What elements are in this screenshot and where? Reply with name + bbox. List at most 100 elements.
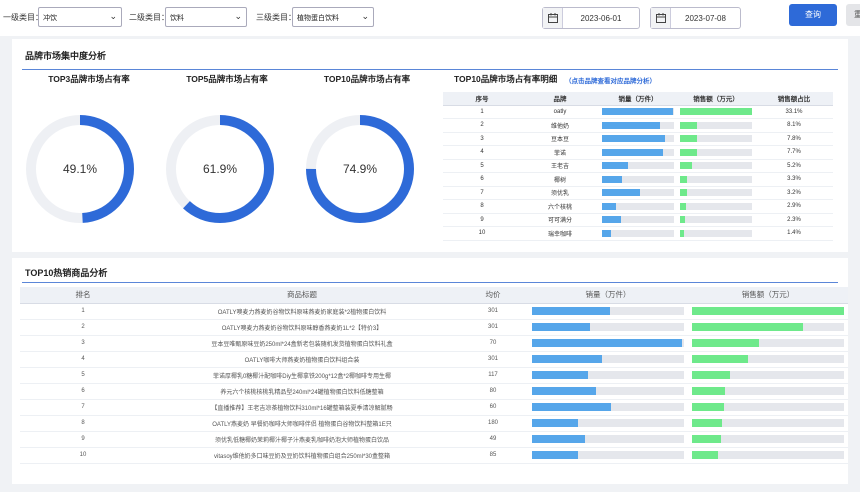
share-cell: 1.4% (755, 226, 833, 241)
table-row[interactable]: 9 须优乳低糖椰奶茉莉椰汁椰子汁燕麦乳咖啡奶泡大师植物蛋白饮品 49 (20, 431, 848, 448)
sales-bar-cell (688, 319, 848, 336)
start-date-picker[interactable]: 2023-06-01 (542, 7, 640, 29)
level2-select[interactable]: 饮料 ⌄ (165, 7, 247, 27)
rank-cell: 1 (20, 303, 146, 320)
brand-link[interactable]: 维他奶 (521, 118, 599, 133)
product-title-link[interactable]: OATLY咖啡大师燕麦奶植物蛋白饮料组合装 (146, 351, 458, 368)
sales-bar (680, 135, 698, 143)
product-title-link[interactable]: OATLY燕麦奶 早餐奶咖啡大师咖啡伴侣 植物蛋白谷物饮料整箱1E只 (146, 415, 458, 432)
end-date-picker[interactable]: 2023-07-08 (650, 7, 741, 29)
table-row[interactable]: 1 oatly 33.1% (443, 105, 833, 119)
product-title-link[interactable]: 须优乳低糖椰奶茉莉椰汁椰子汁燕麦乳咖啡奶泡大师植物蛋白饮品 (146, 431, 458, 448)
share-cell: 2.3% (755, 213, 833, 227)
product-title-link[interactable]: vitasoy维他奶多口味豆奶及豆奶饮料植物蛋白组合250ml*30盒整箱 (146, 447, 458, 464)
sales-bar (680, 121, 698, 129)
table-row[interactable]: 4 OATLY咖啡大师燕麦奶植物蛋白饮料组合装 301 (20, 351, 848, 368)
table-row[interactable]: 5 菲诺厚椰乳0糖椰汁配咖啡Diy生椰拿铁200g*12盒*2椰咖啡专用生椰 117 (20, 367, 848, 384)
rank-cell: 6 (20, 383, 146, 400)
reset-button[interactable]: 重 (846, 4, 860, 26)
product-title-link[interactable]: OATLY噢麦力燕麦奶谷物饮料原味醇香燕麦奶1L*2【特价3】 (146, 319, 458, 336)
sales-bar-cell (688, 335, 848, 352)
table-row[interactable]: 10 瑞幸咖啡 1.4% (443, 226, 833, 241)
sales-bar (692, 419, 723, 427)
col-header: 销售额（万元） (688, 287, 848, 304)
table-row[interactable]: 3 豆本豆 7.8% (443, 132, 833, 146)
table-row[interactable]: 6 椰树 3.3% (443, 172, 833, 187)
volume-bar (532, 419, 578, 427)
sales-bar-cell (688, 303, 848, 320)
sales-bar-track (692, 403, 844, 411)
product-title-link[interactable]: 【直播推荐】王老吉凉茶植物饮料310ml*16罐整箱装夏季清凉解腻畅 (146, 399, 458, 416)
brand-link[interactable]: 菲诺 (521, 145, 599, 160)
col-header: 均价 (458, 287, 528, 304)
volume-bar (532, 339, 683, 347)
volume-bar-cell (528, 383, 688, 400)
brand-link[interactable]: oatly (521, 105, 599, 119)
table-row[interactable]: 7 【直播推荐】王老吉凉茶植物饮料310ml*16罐整箱装夏季清凉解腻畅 60 (20, 399, 848, 416)
sales-bar-track (680, 121, 752, 129)
filter-bar: 一级类目： 冲饮 ⌄ 二级类目： 饮料 ⌄ 三级类目： 植物蛋白饮料 ⌄ 202… (0, 0, 860, 36)
chevron-down-icon: ⌄ (234, 11, 242, 21)
volume-bar-cell (528, 447, 688, 464)
brand-link[interactable]: 王老吉 (521, 159, 599, 173)
volume-bar (532, 323, 590, 331)
table-row[interactable]: 2 维他奶 8.1% (443, 118, 833, 133)
brand-concentration-panel: 品牌市场集中度分析 TOP3品牌市场占有率 TOP5品牌市场占有率 TOP10品… (12, 39, 848, 252)
volume-bar-track (602, 108, 674, 116)
table-row[interactable]: 3 豆本豆唯甄原味豆奶250ml*24盒新老包装随机发货植物蛋白饮料礼盒 70 (20, 335, 848, 352)
panel-title: 品牌市场集中度分析 (25, 51, 107, 61)
product-title-link[interactable]: 菲诺厚椰乳0糖椰汁配咖啡Diy生椰拿铁200g*12盒*2椰咖啡专用生椰 (146, 367, 458, 384)
brand-link[interactable]: 椰树 (521, 172, 599, 187)
brand-link[interactable]: 可可满分 (521, 213, 599, 227)
brand-link[interactable]: 须优乳 (521, 186, 599, 200)
table-header-row: 排名 商品标题 均价 销量（万件） 销售额（万元） (20, 287, 848, 304)
table-row[interactable]: 5 王老吉 5.2% (443, 159, 833, 173)
sales-bar (692, 387, 726, 395)
level1-select[interactable]: 冲饮 ⌄ (38, 7, 122, 27)
level3-select[interactable]: 植物蛋白饮料 ⌄ (292, 7, 374, 27)
volume-bar (602, 229, 612, 237)
volume-bar-cell (599, 105, 677, 119)
product-title-link[interactable]: OATLY噢麦力燕麦奶谷物饮料原味燕麦奶家庭装*2植物蛋白饮料 (146, 303, 458, 320)
table-row[interactable]: 1 OATLY噢麦力燕麦奶谷物饮料原味燕麦奶家庭装*2植物蛋白饮料 301 (20, 303, 848, 320)
query-button[interactable]: 查询 (789, 4, 837, 26)
table-row[interactable]: 8 OATLY燕麦奶 早餐奶咖啡大师咖啡伴侣 植物蛋白谷物饮料整箱1E只 180 (20, 415, 848, 432)
divider (22, 282, 838, 283)
top5-title: TOP5品牌市场占有率 (186, 74, 268, 84)
brand-table-link[interactable]: （点击品牌查看对应品牌分析） (565, 75, 656, 85)
sales-bar-cell (688, 383, 848, 400)
price-cell: 70 (458, 335, 528, 352)
volume-bar-track (602, 135, 674, 143)
price-cell: 301 (458, 303, 528, 320)
sales-bar-track (692, 323, 844, 331)
sales-bar-cell (677, 199, 755, 214)
sales-bar-cell (688, 415, 848, 432)
share-cell: 33.1% (755, 105, 833, 119)
table-row[interactable]: 6 养元六个核桃核桃乳精品型240ml*24罐植物蛋白饮料低糖整箱 80 (20, 383, 848, 400)
volume-bar (602, 148, 664, 156)
table-row[interactable]: 10 vitasoy维他奶多口味豆奶及豆奶饮料植物蛋白组合250ml*30盒整箱 8… (20, 447, 848, 464)
volume-bar (532, 451, 578, 459)
sales-bar (692, 339, 759, 347)
brand-link[interactable]: 豆本豆 (521, 132, 599, 146)
volume-bar-track (602, 216, 674, 224)
volume-bar-cell (599, 118, 677, 133)
volume-bar (532, 387, 596, 395)
product-title-link[interactable]: 豆本豆唯甄原味豆奶250ml*24盒新老包装随机发货植物蛋白饮料礼盒 (146, 335, 458, 352)
brand-link[interactable]: 六个核桃 (521, 199, 599, 214)
table-row[interactable]: 2 OATLY噢麦力燕麦奶谷物饮料原味醇香燕麦奶1L*2【特价3】 301 (20, 319, 848, 336)
table-row[interactable]: 7 须优乳 3.2% (443, 186, 833, 200)
brand-link[interactable]: 瑞幸咖啡 (521, 226, 599, 241)
volume-bar-track (532, 307, 684, 315)
sales-bar-track (680, 162, 752, 170)
price-cell: 301 (458, 319, 528, 336)
sales-bar-cell (688, 351, 848, 368)
rank-cell: 5 (20, 367, 146, 384)
table-row[interactable]: 8 六个核桃 2.9% (443, 199, 833, 214)
table-row[interactable]: 4 菲诺 7.7% (443, 145, 833, 160)
rank-cell: 9 (443, 213, 521, 227)
rank-cell: 7 (20, 399, 146, 416)
sales-bar (680, 148, 697, 156)
product-title-link[interactable]: 养元六个核桃核桃乳精品型240ml*24罐植物蛋白饮料低糖整箱 (146, 383, 458, 400)
table-row[interactable]: 9 可可满分 2.3% (443, 213, 833, 227)
